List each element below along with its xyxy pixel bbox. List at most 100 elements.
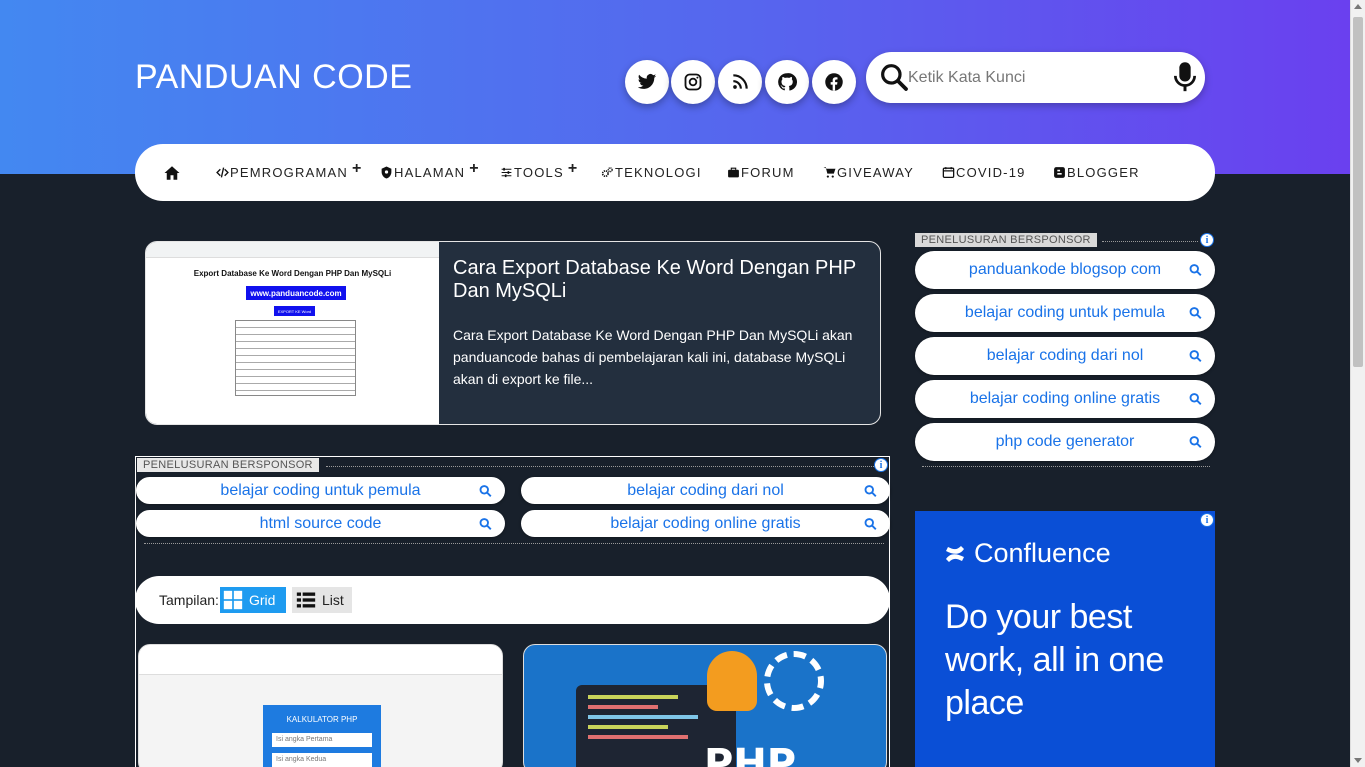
ad-link-label: belajar coding untuk pemula xyxy=(220,481,421,499)
sidebar-ad-link[interactable]: belajar coding untuk pemula xyxy=(915,294,1215,332)
ad-link[interactable]: belajar coding dari nol xyxy=(521,477,890,504)
list-icon xyxy=(296,592,316,608)
sidebar-ad-link[interactable]: belajar coding online gratis xyxy=(915,380,1215,418)
sidebar-ad-divider xyxy=(922,466,1210,467)
code-icon xyxy=(216,167,229,178)
rss-icon xyxy=(733,74,748,89)
post-card[interactable]: KALKULATOR PHP Isi angka Pertama Isi ang… xyxy=(138,644,503,767)
nav-item-teknologi[interactable]: TEKNOLOGI xyxy=(601,144,702,201)
cart-icon xyxy=(823,167,836,178)
ad-link[interactable]: html source code xyxy=(136,510,505,537)
sidebar-ad-link-label: belajar coding dari nol xyxy=(986,347,1144,364)
sidebar-ad-label: PENELUSURAN BERSPONSOR xyxy=(915,233,1097,247)
plus-icon: + xyxy=(351,159,363,177)
nav-item-label: BLOGGER xyxy=(1067,165,1140,180)
featured-title[interactable]: Cara Export Database Ke Word Dengan PHP … xyxy=(453,257,868,303)
ad-link[interactable]: belajar coding untuk pemula xyxy=(136,477,505,504)
thumb-heading: Export Database Ke Word Dengan PHP Dan M… xyxy=(193,269,392,278)
sidebar-ad-info-icon[interactable]: i xyxy=(1200,233,1214,247)
ad-info-icon[interactable]: i xyxy=(874,458,888,472)
gears-icon xyxy=(601,167,613,178)
search-icon xyxy=(1189,264,1202,276)
instagram-button[interactable] xyxy=(671,60,715,104)
ad-link-label: html source code xyxy=(259,514,382,532)
code-line xyxy=(588,695,678,699)
scroll-down-arrow-icon[interactable] xyxy=(1354,758,1362,763)
search-icon xyxy=(1189,307,1202,319)
shield-icon xyxy=(381,166,392,179)
nav-item-covid[interactable]: COVID-19 xyxy=(942,144,1026,201)
card-calculator-form: KALKULATOR PHP Isi angka Pertama Isi ang… xyxy=(263,705,381,767)
ad-divider xyxy=(144,543,884,544)
sidebar-ad-link-label: belajar coding untuk pemula xyxy=(964,304,1166,321)
view-toggle-bar: Tampilan: Grid List xyxy=(135,576,890,624)
nav-item-tools[interactable]: TOOLS + xyxy=(500,144,578,201)
plus-icon: + xyxy=(469,159,480,177)
ad-link-label: belajar coding dari nol xyxy=(627,481,784,499)
scroll-thumb[interactable] xyxy=(1353,17,1363,367)
nav-item-pemrograman[interactable]: PEMROGRAMAN + xyxy=(216,144,362,201)
ad-link[interactable]: belajar coding online gratis xyxy=(521,510,890,537)
confluence-logo: Confluence xyxy=(943,538,1111,569)
featured-post[interactable]: Export Database Ke Word Dengan PHP Dan M… xyxy=(145,241,881,425)
nav-item-halaman[interactable]: HALAMAN + xyxy=(380,144,480,201)
gear-icon xyxy=(764,651,824,711)
nav-item-label: FORUM xyxy=(741,165,795,180)
nav-item-blogger[interactable]: BLOGGER xyxy=(1053,144,1140,201)
nav-item-forum[interactable]: FORUM xyxy=(727,144,795,201)
ad-label: PENELUSURAN BERSPONSOR xyxy=(137,458,319,472)
lightbulb-icon xyxy=(707,651,757,711)
sliders-icon xyxy=(501,167,512,178)
nav-item-label: GIVEAWAY xyxy=(837,165,915,180)
microphone-icon[interactable] xyxy=(1171,60,1199,94)
post-card[interactable]: PHP xyxy=(523,644,887,767)
nav-item-label: PEMROGRAMAN xyxy=(230,165,348,180)
search-icon xyxy=(864,484,877,497)
list-view-button[interactable]: List xyxy=(292,587,352,613)
nav-item-label: COVID-19 xyxy=(956,165,1026,180)
card-input-1: Isi angka Pertama xyxy=(272,733,372,747)
banner-info-icon[interactable]: i xyxy=(1200,513,1214,527)
briefcase-icon xyxy=(728,167,739,178)
nav-home[interactable] xyxy=(163,144,182,201)
confluence-banner-ad[interactable]: i Confluence Do your best work, all in o… xyxy=(915,511,1215,767)
sidebar-ad-divider xyxy=(1102,241,1198,242)
blogger-icon xyxy=(1054,167,1065,178)
sidebar-ad-link-label: php code generator xyxy=(995,433,1135,450)
facebook-button[interactable] xyxy=(812,60,856,104)
banner-headline: Do your best work, all in one place xyxy=(945,598,1164,722)
featured-description: Cara Export Database Ke Word Dengan PHP … xyxy=(453,327,853,387)
scroll-up-arrow-icon[interactable] xyxy=(1354,4,1362,9)
grid-label: Grid xyxy=(249,592,276,608)
twitter-button[interactable] xyxy=(625,60,669,104)
home-icon xyxy=(164,165,180,180)
grid-view-button[interactable]: Grid xyxy=(220,587,286,613)
featured-thumbnail[interactable]: Export Database Ke Word Dengan PHP Dan M… xyxy=(146,242,439,424)
github-icon xyxy=(778,73,797,91)
sidebar-ad-link[interactable]: belajar coding dari nol xyxy=(915,337,1215,375)
sidebar-ad-link[interactable]: php code generator xyxy=(915,423,1215,461)
ad-divider xyxy=(326,466,876,467)
thumb-table xyxy=(235,320,356,396)
twitter-icon xyxy=(637,74,657,89)
search-icon[interactable] xyxy=(878,61,910,93)
site-title[interactable]: PANDUAN CODE xyxy=(135,58,412,97)
nav-item-giveaway[interactable]: GIVEAWAY xyxy=(823,144,914,201)
confluence-logo-icon xyxy=(946,545,964,562)
nav-item-label: HALAMAN xyxy=(394,165,466,180)
card-php-text: PHP xyxy=(704,741,797,767)
browser-bar xyxy=(146,242,439,258)
sidebar-ad-link[interactable]: panduankode blogsop com xyxy=(915,251,1215,289)
card-calculator-title: KALKULATOR PHP xyxy=(286,715,358,724)
grid-icon xyxy=(223,590,243,610)
thumb-export-button: EXPORT KE Word xyxy=(274,306,315,316)
instagram-icon xyxy=(684,73,702,91)
page-scrollbar[interactable] xyxy=(1350,0,1365,767)
search-icon xyxy=(479,517,492,530)
sidebar-ad-link-label: panduankode blogsop com xyxy=(968,261,1162,278)
github-button[interactable] xyxy=(765,60,809,104)
rss-button[interactable] xyxy=(718,60,762,104)
search-icon xyxy=(1189,393,1202,405)
search-box[interactable] xyxy=(866,52,1205,103)
search-input[interactable] xyxy=(908,63,1158,93)
